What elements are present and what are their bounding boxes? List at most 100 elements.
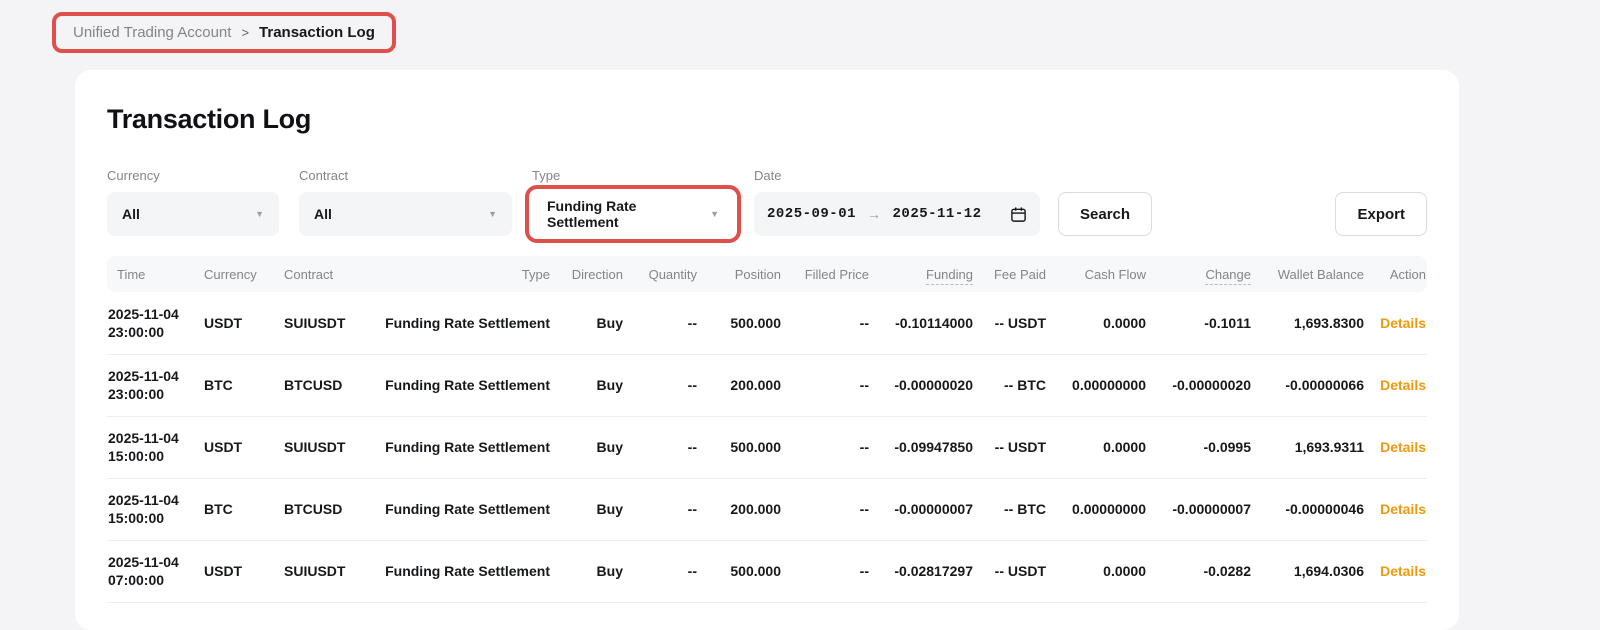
table-row: 2025-11-0407:00:00USDTSUIUSDTFunding Rat… [107,540,1427,602]
cell-fee-paid: -- BTC [974,478,1047,540]
cell-change: -0.0995 [1147,416,1252,478]
cell-quantity: -- [624,292,698,354]
cell-currency: BTC [203,354,283,416]
cell-contract: SUIUSDT [283,540,383,602]
date-filter: Date 2025-09-01 → 2025-11-12 [754,168,1040,236]
column-header-filled-price: Filled Price [782,256,870,292]
cell-funding: -0.02817297 [870,540,974,602]
cell-cash-flow: 0.0000 [1047,292,1147,354]
type-select[interactable]: Funding Rate Settlement ▼ [532,192,734,236]
cell-change: -0.00000020 [1147,354,1252,416]
breadcrumb-separator: > [241,25,249,40]
cell-quantity: -- [624,354,698,416]
cell-action: Details [1365,540,1427,602]
cell-position: 200.000 [698,478,782,540]
column-header-position: Position [698,256,782,292]
table-header-row: TimeCurrencyContractTypeDirectionQuantit… [107,256,1427,292]
date-range-arrow-icon: → [867,206,882,222]
cell-time: 2025-11-0423:00:00 [107,292,203,354]
cell-contract: BTCUSD [283,354,383,416]
search-button[interactable]: Search [1058,192,1152,236]
cell-type: Funding Rate Settlement [383,478,551,540]
cell-funding: -0.09947850 [870,416,974,478]
breadcrumb: Unified Trading Account > Transaction Lo… [52,12,396,53]
table-row: 2025-11-0415:00:00USDTSUIUSDTFunding Rat… [107,416,1427,478]
breadcrumb-current: Transaction Log [259,24,375,41]
details-link[interactable]: Details [1380,439,1426,455]
details-link[interactable]: Details [1380,315,1426,331]
transaction-table: TimeCurrencyContractTypeDirectionQuantit… [107,256,1427,603]
column-header-action: Action [1365,256,1427,292]
cell-time: 2025-11-0415:00:00 [107,416,203,478]
cell-fee-paid: -- USDT [974,540,1047,602]
currency-filter-label: Currency [107,168,279,183]
cell-type: Funding Rate Settlement [383,416,551,478]
chevron-down-icon: ▼ [710,209,719,219]
type-filter-label: Type [532,168,734,183]
cell-position: 500.000 [698,540,782,602]
currency-select[interactable]: All ▼ [107,192,279,236]
table-row: 2025-11-0415:00:00BTCBTCUSDFunding Rate … [107,478,1427,540]
cell-type: Funding Rate Settlement [383,540,551,602]
type-select-value: Funding Rate Settlement [547,198,702,230]
filter-bar: Currency All ▼ Contract All ▼ Type Fundi… [107,168,1427,236]
column-header-time: Time [107,256,203,292]
cell-change: -0.1011 [1147,292,1252,354]
column-header-fee-paid: Fee Paid [974,256,1047,292]
cell-filled-price: -- [782,478,870,540]
details-link[interactable]: Details [1380,501,1426,517]
cell-position: 500.000 [698,292,782,354]
page-title: Transaction Log [107,104,1427,135]
contract-filter: Contract All ▼ [299,168,512,236]
type-filter: Type Funding Rate Settlement ▼ [532,168,734,236]
breadcrumb-parent-link[interactable]: Unified Trading Account [73,24,231,41]
export-button[interactable]: Export [1335,192,1427,236]
cell-wallet-balance: 1,694.0306 [1252,540,1365,602]
chevron-down-icon: ▼ [255,209,264,219]
contract-select[interactable]: All ▼ [299,192,512,236]
cell-filled-price: -- [782,292,870,354]
column-header-wallet-balance: Wallet Balance [1252,256,1365,292]
cell-cash-flow: 0.00000000 [1047,354,1147,416]
cell-currency: BTC [203,478,283,540]
cell-time: 2025-11-0407:00:00 [107,540,203,602]
cell-position: 200.000 [698,354,782,416]
cell-direction: Buy [551,292,624,354]
cell-currency: USDT [203,540,283,602]
cell-time: 2025-11-0415:00:00 [107,478,203,540]
column-header-change: Change [1147,256,1252,292]
column-header-contract: Contract [283,256,383,292]
cell-quantity: -- [624,416,698,478]
cell-direction: Buy [551,354,624,416]
cell-direction: Buy [551,478,624,540]
cell-direction: Buy [551,416,624,478]
date-end-value: 2025-11-12 [893,206,982,222]
column-header-currency: Currency [203,256,283,292]
table-row: 2025-11-0423:00:00USDTSUIUSDTFunding Rat… [107,292,1427,354]
cell-filled-price: -- [782,416,870,478]
cell-wallet-balance: 1,693.8300 [1252,292,1365,354]
cell-filled-price: -- [782,354,870,416]
cell-cash-flow: 0.0000 [1047,540,1147,602]
cell-currency: USDT [203,416,283,478]
cell-filled-price: -- [782,540,870,602]
cell-contract: SUIUSDT [283,292,383,354]
cell-funding: -0.00000020 [870,354,974,416]
column-header-funding: Funding [870,256,974,292]
details-link[interactable]: Details [1380,377,1426,393]
cell-funding: -0.10114000 [870,292,974,354]
cell-fee-paid: -- USDT [974,416,1047,478]
details-link[interactable]: Details [1380,563,1426,579]
cell-cash-flow: 0.00000000 [1047,478,1147,540]
cell-wallet-balance: -0.00000066 [1252,354,1365,416]
cell-change: -0.00000007 [1147,478,1252,540]
currency-select-value: All [122,206,140,222]
cell-fee-paid: -- USDT [974,292,1047,354]
date-range-picker[interactable]: 2025-09-01 → 2025-11-12 [754,192,1040,236]
cell-wallet-balance: 1,693.9311 [1252,416,1365,478]
cell-funding: -0.00000007 [870,478,974,540]
column-header-type: Type [383,256,551,292]
cell-time: 2025-11-0423:00:00 [107,354,203,416]
cell-fee-paid: -- BTC [974,354,1047,416]
cell-change: -0.0282 [1147,540,1252,602]
